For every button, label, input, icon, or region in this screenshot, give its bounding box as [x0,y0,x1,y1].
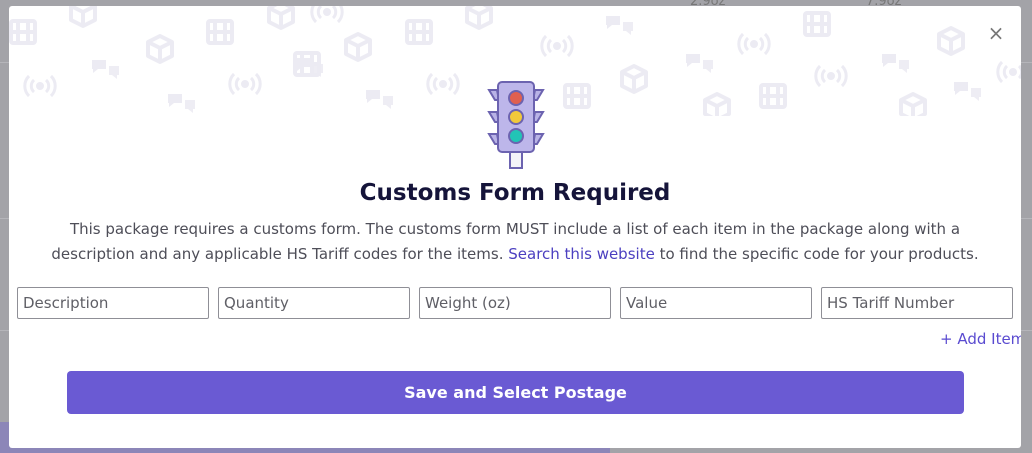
signal-teal-light [508,128,524,144]
signal-pattern-icon [737,32,771,56]
signal-red-light [508,90,524,106]
chat-pattern-icon [92,60,119,79]
box-pattern-icon [465,6,493,30]
chat-pattern-icon [366,90,393,109]
box-pattern-icon [344,32,372,62]
search-website-link[interactable]: Search this website [508,245,655,263]
modal-title: Customs Form Required [359,180,671,206]
description-field[interactable] [17,287,209,319]
box-pattern-icon [267,6,295,30]
weight-field[interactable] [419,287,611,319]
quantity-field[interactable] [218,287,410,319]
film-pattern-icon [9,19,37,45]
box-pattern-icon [620,64,648,94]
hs-tariff-field[interactable] [821,287,1013,319]
save-and-select-postage-button[interactable]: Save and Select Postage [67,371,964,414]
customs-item-row [17,287,1014,319]
signal-pattern-icon [426,72,460,96]
film-pattern-icon [803,11,831,37]
film-pattern-icon [405,19,433,45]
signal-pattern-icon [540,34,574,58]
chat-pattern-icon [686,54,713,73]
signal-pattern-icon [814,64,848,88]
close-icon[interactable]: × [987,23,1005,43]
box-pattern-icon [69,6,97,28]
chat-pattern-icon [882,54,909,73]
signal-pattern-icon [996,60,1021,84]
box-pattern-icon [703,92,731,116]
box-pattern-icon [146,34,174,64]
film-pattern-icon [563,83,591,109]
film-pattern-icon [759,83,787,109]
box-pattern-icon [899,92,927,116]
chat-pattern-icon [954,82,981,101]
traffic-light-icon [487,81,545,169]
modal-description: This package requires a customs form. Th… [49,217,981,267]
chat-pattern-icon [168,94,195,113]
signal-yellow-light [508,109,524,125]
chat-pattern-icon [606,16,633,35]
customs-form-modal: × Customs Form Required This package req… [9,6,1021,448]
signal-pattern-icon [23,74,57,98]
description-text: to find the specific code for your produ… [654,245,979,263]
signal-pattern-icon [228,72,262,96]
film-pattern-icon [206,19,234,45]
value-field[interactable] [620,287,812,319]
add-item-link[interactable]: + Add Item [940,330,1021,348]
signal-pattern-icon [310,6,344,24]
box-pattern-icon [937,26,965,56]
